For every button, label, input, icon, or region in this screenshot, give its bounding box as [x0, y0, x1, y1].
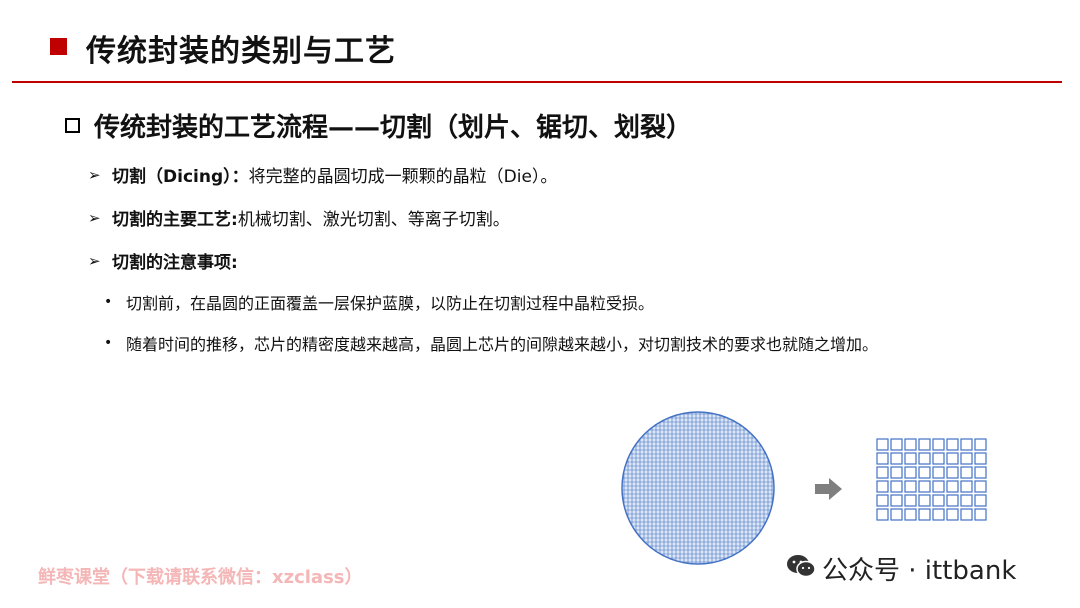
die-square [904, 508, 917, 521]
bullet-label: 切割（Dicing）： [112, 167, 249, 187]
arrow-bullet-icon: ➢ [88, 208, 101, 227]
die-square [932, 438, 945, 451]
die-square [876, 494, 889, 507]
die-square [932, 494, 945, 507]
sub-bullet-text: 切割前，在晶圆的正面覆盖一层保护蓝膜，以防止在切割过程中晶粒受损。 [126, 294, 655, 313]
sub-bullet-item: • 切割前，在晶圆的正面覆盖一层保护蓝膜，以防止在切割过程中晶粒受损。 [104, 290, 654, 314]
die-square [932, 452, 945, 465]
die-square [890, 466, 903, 479]
bullet-label: 切割的注意事项: [112, 253, 238, 273]
die-square [960, 452, 973, 465]
dot-bullet-icon: • [104, 335, 113, 351]
die-square [946, 452, 959, 465]
die-square [960, 438, 973, 451]
bullet-precautions: ➢ 切割的注意事项: [88, 248, 238, 274]
die-square [974, 466, 987, 479]
arrow-bullet-icon: ➢ [88, 165, 101, 184]
watermark-text: 鲜枣课堂（下载请联系微信：xzclass） [38, 567, 363, 588]
die-square [876, 508, 889, 521]
page-title: 传统封装的类别与工艺 [86, 34, 396, 69]
die-square [960, 466, 973, 479]
die-square [974, 452, 987, 465]
die-square [974, 480, 987, 493]
die-square [960, 494, 973, 507]
die-square [918, 452, 931, 465]
die-square [890, 508, 903, 521]
die-square [904, 438, 917, 451]
die-square [904, 494, 917, 507]
bullet-label: 切割的主要工艺: [112, 210, 238, 230]
dot-bullet-icon: • [104, 294, 113, 310]
arrow-bullet-icon: ➢ [88, 251, 101, 270]
die-square [960, 508, 973, 521]
bullet-dicing: ➢ 切割（Dicing）： 将完整的晶圆切成一颗颗的晶粒（Die）。 [88, 162, 558, 188]
die-square [890, 452, 903, 465]
wafer-diagram [621, 411, 775, 565]
die-square [876, 438, 889, 451]
die-square [918, 508, 931, 521]
die-square [946, 438, 959, 451]
source-label: 公众号 · ittbank [822, 556, 1017, 586]
sub-bullet-text: 随着时间的推移，芯片的精密度越来越高，晶圆上芯片的间隙越来越小，对切割技术的要求… [126, 335, 879, 354]
die-square [960, 480, 973, 493]
die-square [904, 480, 917, 493]
section-heading: 传统封装的工艺流程——切割（划片、锯切、划裂） [94, 113, 693, 143]
die-square [890, 480, 903, 493]
die-square [946, 480, 959, 493]
hollow-square-bullet [65, 118, 80, 133]
die-square [890, 494, 903, 507]
wafer-disc [622, 412, 774, 564]
die-square [932, 508, 945, 521]
die-square [946, 494, 959, 507]
die-square [918, 466, 931, 479]
die-square [974, 508, 987, 521]
die-square [932, 480, 945, 493]
bullet-text: 机械切割、激光切割、等离子切割。 [237, 210, 510, 230]
die-square [974, 438, 987, 451]
die-square [946, 466, 959, 479]
die-square [904, 466, 917, 479]
die-square [932, 466, 945, 479]
diced-die-grid [876, 438, 987, 521]
sub-bullet-item: • 随着时间的推移，芯片的精密度越来越高，晶圆上芯片的间隙越来越小，对切割技术的… [104, 331, 878, 355]
wechat-icon [787, 555, 816, 578]
die-square [918, 438, 931, 451]
title-divider [12, 81, 1062, 83]
die-square [946, 508, 959, 521]
title-marker-square [50, 38, 67, 55]
die-square [890, 438, 903, 451]
bullet-main-process: ➢ 切割的主要工艺: 机械切割、激光切割、等离子切割。 [88, 205, 510, 231]
die-square [876, 452, 889, 465]
die-square [918, 494, 931, 507]
die-square [876, 480, 889, 493]
die-square [904, 452, 917, 465]
die-square [974, 494, 987, 507]
die-square [876, 466, 889, 479]
die-square [918, 480, 931, 493]
right-arrow-icon [815, 478, 842, 500]
bullet-text: 将完整的晶圆切成一颗颗的晶粒（Die）。 [248, 167, 558, 187]
